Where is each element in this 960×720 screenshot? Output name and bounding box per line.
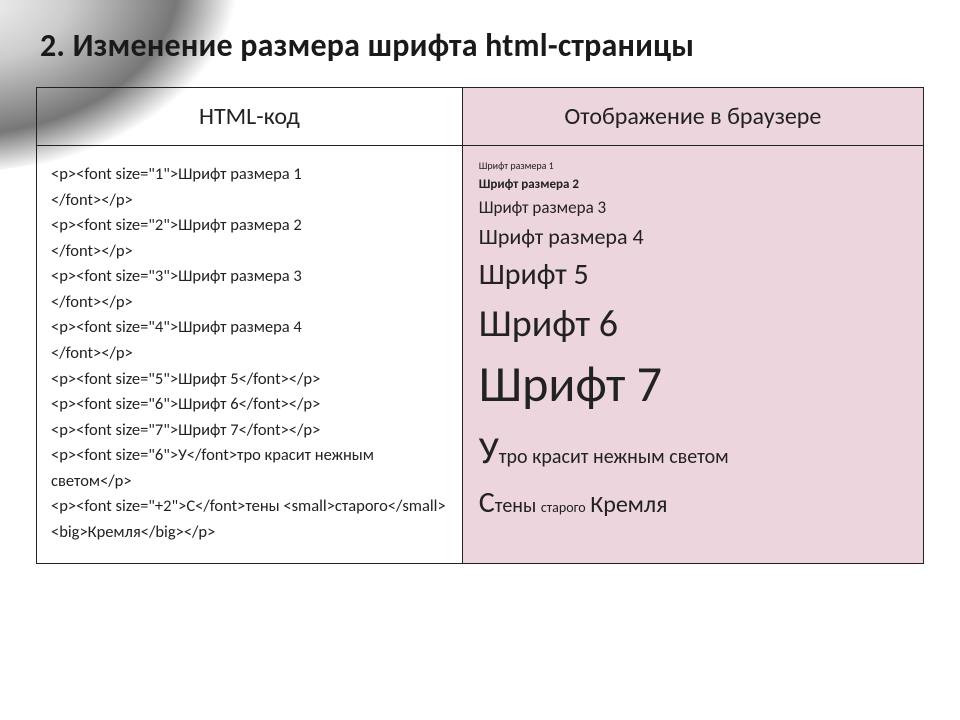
code-line: <p><font size="6">У</font>тро красит неж… — [51, 443, 448, 494]
render-size-4: Шрифт размера 4 — [479, 222, 907, 252]
render-cell: Шрифт размера 1 Шрифт размера 2 Шрифт ра… — [462, 146, 923, 564]
code-line: <p><font size="5">Шрифт 5</font></p> — [51, 367, 448, 393]
header-right: Отображение в браузере — [462, 88, 923, 146]
render-size-1: Шрифт размера 1 — [479, 158, 907, 174]
code-line: <p><font size="2">Шрифт размера 2 — [51, 213, 448, 239]
code-line: <p><font size="7">Шрифт 7</font></p> — [51, 418, 448, 444]
code-line: <p><font size="3">Шрифт размера 3 — [51, 264, 448, 290]
html-code-cell: <p><font size="1">Шрифт размера 1 </font… — [37, 146, 463, 564]
slide-content: 2. Изменение размера шрифта html-страниц… — [0, 0, 960, 564]
render-size-5: Шрифт 5 — [479, 254, 907, 296]
slide-title: 2. Изменение размера шрифта html-страниц… — [40, 26, 924, 65]
dropcap-c: С — [479, 484, 495, 521]
code-line: <p><font size="4">Шрифт размера 4 — [51, 315, 448, 341]
render-dropcap-line-1: Утро красит нежным светом — [479, 428, 907, 474]
code-line: </font></p> — [51, 239, 448, 265]
render-size-7: Шрифт 7 — [479, 352, 907, 418]
render-size-3: Шрифт размера 3 — [479, 196, 907, 220]
line9-big: Кремля — [590, 490, 667, 519]
render-size-2: Шрифт размера 2 — [479, 176, 907, 194]
line8-rest: тро красит нежным светом — [499, 445, 729, 469]
table-body-row: <p><font size="1">Шрифт размера 1 </font… — [37, 146, 924, 564]
render-dropcap-line-2: Стены старого Кремля — [479, 484, 907, 521]
table-header-row: HTML-код Отображение в браузере — [37, 88, 924, 146]
code-line: </font></p> — [51, 290, 448, 316]
line9-small: старого — [541, 499, 586, 516]
render-size-6: Шрифт 6 — [479, 298, 907, 350]
code-line: </font></p> — [51, 188, 448, 214]
code-line: <p><font size="6">Шрифт 6</font></p> — [51, 392, 448, 418]
code-line: </font></p> — [51, 341, 448, 367]
header-left: HTML-код — [37, 88, 463, 146]
dropcap-u: У — [479, 428, 499, 474]
code-line: <p><font size="+2">С</font>тены <small>с… — [51, 494, 448, 545]
code-line: <p><font size="1">Шрифт размера 1 — [51, 162, 448, 188]
comparison-table: HTML-код Отображение в браузере <p><font… — [36, 87, 924, 564]
line9-a: тены — [495, 494, 541, 518]
